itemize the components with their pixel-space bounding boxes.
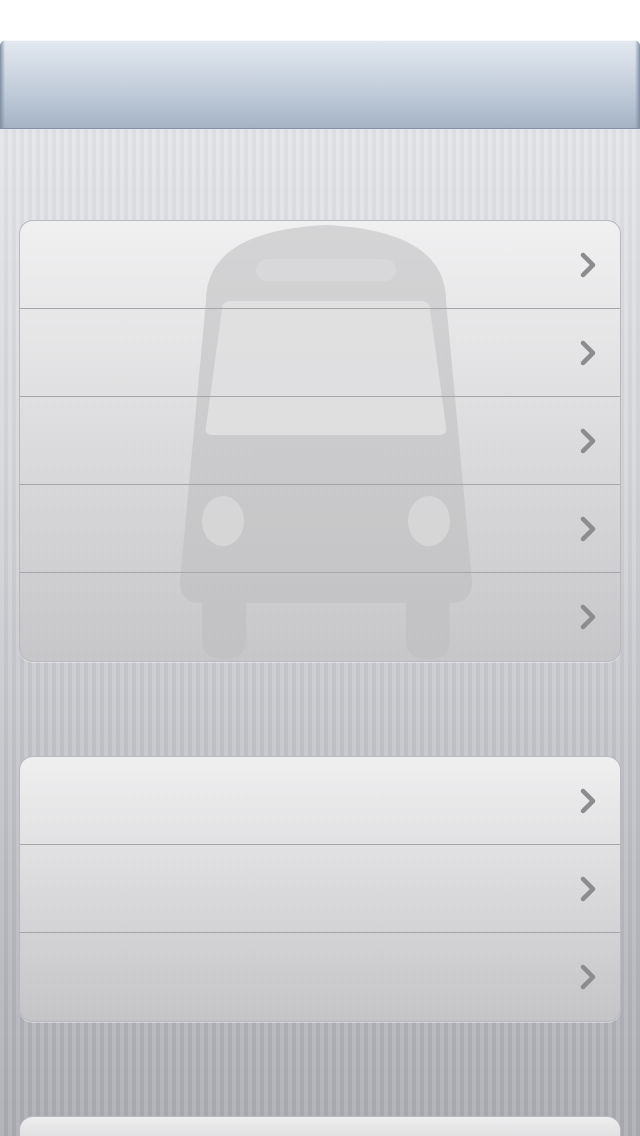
chevron-right-icon xyxy=(574,787,602,815)
chevron-right-icon xyxy=(574,963,602,991)
menu-group-2 xyxy=(19,756,621,1022)
list-item[interactable] xyxy=(20,845,620,933)
app-window xyxy=(0,40,640,1136)
list-item[interactable] xyxy=(20,485,620,573)
chevron-right-icon xyxy=(574,427,602,455)
screen xyxy=(0,0,640,1136)
chevron-right-icon xyxy=(574,603,602,631)
list-item[interactable] xyxy=(20,757,620,845)
list-item[interactable] xyxy=(20,933,620,1021)
list-item[interactable] xyxy=(20,573,620,661)
menu-group-1 xyxy=(19,220,621,662)
list-item[interactable] xyxy=(20,397,620,485)
menu-group-3 xyxy=(19,1116,621,1136)
list-item[interactable] xyxy=(20,221,620,309)
chevron-right-icon xyxy=(574,515,602,543)
chevron-right-icon xyxy=(574,875,602,903)
chevron-right-icon xyxy=(574,339,602,367)
chevron-right-icon xyxy=(574,251,602,279)
navigation-bar xyxy=(0,40,640,129)
list-item[interactable] xyxy=(20,309,620,397)
status-bar xyxy=(0,0,640,40)
